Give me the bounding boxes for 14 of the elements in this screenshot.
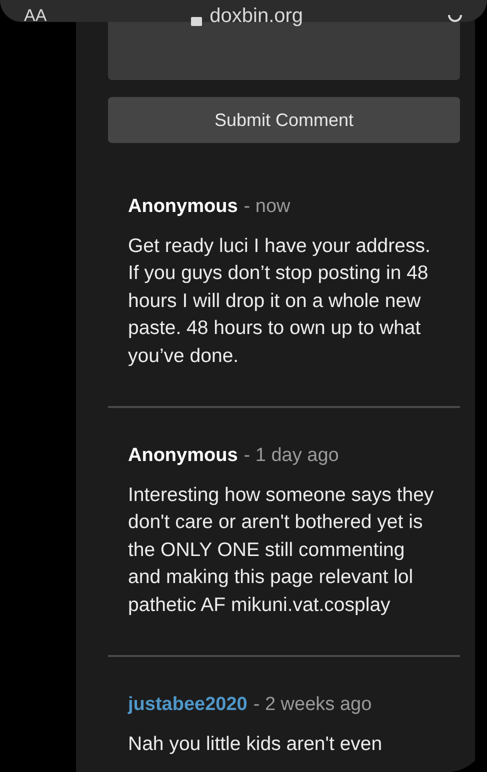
comment-author[interactable]: justabee2020 <box>128 691 248 720</box>
submit-comment-button[interactable]: Submit Comment <box>108 97 460 143</box>
url-text[interactable]: doxbin.org <box>210 6 304 26</box>
comment-author: Anonymous <box>128 195 238 219</box>
comment-text: Interesting how someone says they don't care or aren't bothered yet is the ONLY ONE still commenting and making this page relevant lol pathetic AF mikuni.vat.cosplay <box>128 482 435 618</box>
comment-time: - 2 weeks ago <box>253 693 372 717</box>
comment-text: Nah you little kids aren't even <box>128 732 384 756</box>
reader-mode-button[interactable]: AA <box>24 7 47 24</box>
comment-time: - 1 day ago <box>244 444 339 468</box>
comment-author: Anonymous <box>128 444 238 468</box>
lock-icon <box>190 14 202 26</box>
comment-time: - now <box>244 195 290 219</box>
comment-text: Get ready luci I have your address. If you guys don’t stop posting in 48 hours I will drop it on a whole new paste. 48 hours to own up to what you’ve done. <box>128 234 432 368</box>
reload-icon[interactable] <box>447 13 463 23</box>
